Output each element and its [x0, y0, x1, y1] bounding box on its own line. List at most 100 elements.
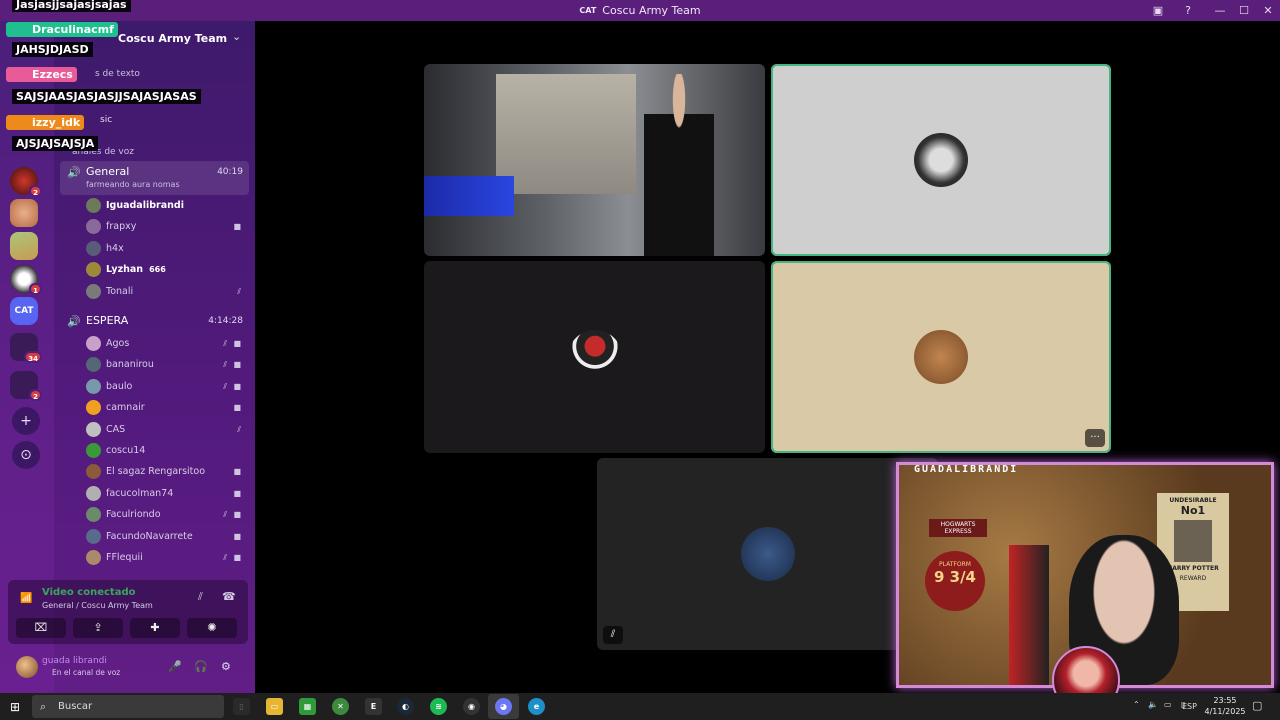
taskbar-clock[interactable]: 23:55 4/11/2025 [1200, 695, 1250, 717]
help-icon[interactable]: ? [1176, 4, 1200, 17]
spotify-icon[interactable]: ≋ [430, 698, 447, 715]
voice-member[interactable]: Faculriondo ⫽ ■ [60, 504, 249, 525]
minecraft-icon[interactable]: ▦ [299, 698, 316, 715]
mic-muted-icon: ⫽ [223, 381, 227, 391]
voice-member[interactable]: FacundoNavarrete ■ [60, 526, 249, 547]
camera-icon: ■ [233, 403, 241, 413]
close-button[interactable]: ✕ [1256, 4, 1280, 17]
chevron-up-icon[interactable]: ⌃ [1133, 700, 1140, 709]
discover-icon[interactable]: ⊙ [12, 441, 40, 469]
maximize-button[interactable]: ☐ [1232, 4, 1256, 17]
voice-member[interactable]: FFlequii ⫽ ■ [60, 547, 249, 568]
voice-member[interactable]: camnair ■ [60, 397, 249, 418]
mic-muted-icon: ⫽ [223, 510, 227, 520]
clock-time: 23:55 [1213, 696, 1237, 705]
avatar [86, 442, 101, 458]
inbox-icon[interactable]: ▣ [1146, 4, 1170, 17]
avatar [914, 133, 968, 187]
voice-member[interactable]: Lyzhan 666 [60, 259, 249, 280]
camera-icon: ■ [233, 222, 241, 232]
camera-icon: ■ [233, 381, 241, 391]
microphone-icon[interactable]: 🎤 [168, 660, 182, 673]
avatar [86, 378, 101, 394]
steam-icon[interactable]: ◐ [397, 698, 414, 715]
signal-icon[interactable]: 📶 [20, 593, 32, 604]
video-tile-avatar[interactable]: ··· [771, 261, 1111, 453]
voice-member[interactable]: coscu14 [60, 440, 249, 461]
volume-icon[interactable]: 🔈 [1148, 700, 1158, 709]
file-explorer-icon[interactable]: ▭ [266, 698, 283, 715]
voice-member[interactable]: bananirou ⫽ ■ [60, 354, 249, 375]
guild-icon[interactable]: 1 [10, 265, 42, 295]
headphones-icon[interactable]: 🎧 [194, 660, 208, 673]
avatar [86, 336, 101, 351]
mic-muted-icon: ⫽ [237, 424, 241, 434]
user-status: En el canal de voz [52, 668, 121, 677]
video-tile-camera[interactable] [424, 64, 765, 256]
disconnect-icon[interactable]: ☎ [222, 590, 236, 603]
language-indicator[interactable]: ESP [1182, 702, 1197, 711]
voice-member[interactable]: Agos ⫽ ■ [60, 333, 249, 354]
category-text-channels[interactable]: s de texto [95, 69, 140, 79]
guild-badge: 2 [29, 185, 42, 197]
guild-folder[interactable]: 34 [10, 333, 42, 363]
voice-member[interactable]: El sagaz Rengarsitoo ■ [60, 461, 249, 482]
avatar [86, 507, 101, 523]
music-channel-partial[interactable]: sic [100, 115, 112, 125]
camera-toggle-button[interactable]: ⌧ [16, 618, 66, 638]
noise-suppression-icon[interactable]: ⫽ [198, 590, 203, 604]
obs-icon[interactable]: ◉ [463, 698, 480, 715]
avatar [740, 527, 795, 581]
mic-muted-icon: ⫽ [237, 286, 241, 296]
member-tag: 666 [149, 265, 166, 275]
guild-icon-selected[interactable]: CAT [10, 297, 38, 325]
notification-icon[interactable]: ▢ [1252, 699, 1262, 712]
windows-start-icon[interactable]: ⊞ [10, 700, 20, 714]
voice-member[interactable]: facucolman74 ■ [60, 483, 249, 504]
video-tile-avatar[interactable] [424, 261, 765, 453]
voice-member[interactable]: h4x [60, 238, 249, 259]
voice-member[interactable]: CAS ⫽ [60, 419, 249, 440]
voice-member[interactable]: frapxy ■ [60, 216, 249, 237]
member-name: frapxy [106, 221, 137, 233]
video-tile-avatar[interactable] [771, 64, 1111, 256]
add-server-button[interactable]: + [12, 407, 40, 435]
more-options-button[interactable]: ··· [1085, 429, 1105, 447]
video-tile-avatar[interactable]: ⫽ [597, 458, 938, 650]
soundboard-button[interactable]: ✺ [187, 618, 237, 638]
network-icon[interactable]: ▭ [1164, 700, 1172, 709]
voice-channel-header[interactable]: 🔊 ESPERA 4:14:28 [60, 310, 249, 333]
member-name: Tonali [106, 285, 134, 297]
voice-channel-espera[interactable]: 🔊 ESPERA 4:14:28 Agos ⫽ ■ bananirou ⫽ ■ baulo ⫽… [60, 310, 249, 568]
camera-icon: ■ [233, 552, 241, 562]
avatar [86, 485, 101, 501]
mic-muted-icon: ⫽ [603, 626, 623, 644]
user-display-name[interactable]: guada librandi [42, 656, 107, 666]
guild-folder[interactable]: 2 [10, 371, 42, 401]
edge-icon[interactable]: e [528, 698, 545, 715]
screen-share-button[interactable]: ⇪ [73, 618, 123, 638]
voice-location[interactable]: General / Coscu Army Team [42, 601, 153, 610]
avatar [86, 400, 101, 416]
avatar[interactable] [16, 656, 38, 678]
voice-channel-header[interactable]: 🔊 General 40:19 farmeando aura nomas [60, 161, 249, 195]
guild-icon[interactable] [10, 199, 38, 227]
server-name[interactable]: Coscu Army Team [118, 32, 227, 45]
voice-member[interactable]: Iguadalibrandi [60, 195, 249, 216]
voice-channel-general[interactable]: 🔊 General 40:19 farmeando aura nomas Igu… [60, 161, 249, 302]
poster-number: No1 [1180, 504, 1206, 517]
chevron-down-icon[interactable]: ⌄ [232, 30, 241, 43]
taskbar-search[interactable]: ⌕ Buscar [32, 695, 224, 718]
activities-button[interactable]: ✚ [130, 618, 180, 638]
guild-icon[interactable] [10, 232, 38, 260]
xbox-icon[interactable]: ✕ [332, 698, 349, 715]
speaker-icon: 🔊 [67, 166, 81, 179]
minimize-button[interactable]: — [1208, 4, 1232, 17]
task-view-icon[interactable]: ▯ [233, 698, 250, 715]
gear-icon[interactable]: ⚙ [221, 660, 231, 673]
camera-icon: ■ [233, 339, 241, 348]
guild-icon[interactable]: 2 [10, 167, 42, 197]
voice-member[interactable]: Tonali ⫽ [60, 281, 249, 302]
voice-member[interactable]: baulo ⫽ ■ [60, 376, 249, 397]
epic-games-icon[interactable]: E [365, 698, 382, 715]
